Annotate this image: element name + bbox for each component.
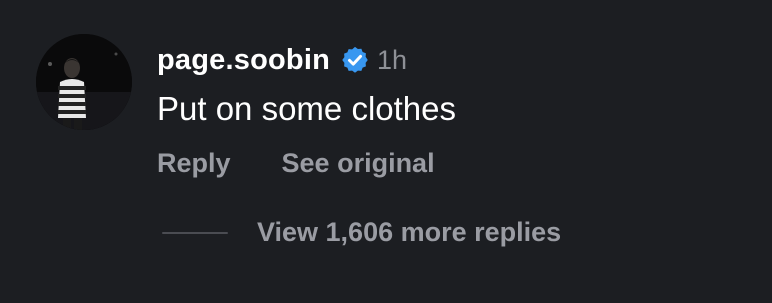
- view-more-replies-button[interactable]: View 1,606 more replies: [162, 217, 561, 248]
- see-original-button[interactable]: See original: [282, 148, 435, 179]
- comment-actions: Reply See original: [157, 148, 435, 179]
- replies-divider-line: [162, 231, 228, 234]
- view-more-replies-label: View 1,606 more replies: [257, 217, 562, 247]
- avatar[interactable]: [36, 34, 132, 130]
- avatar-photo: [36, 34, 132, 130]
- comment-thread: page.soobin 1h Put on some clothes Reply…: [0, 0, 772, 303]
- verified-badge-icon: [340, 45, 370, 75]
- reply-button[interactable]: Reply: [157, 148, 231, 179]
- comment-timestamp: 1h: [377, 44, 408, 75]
- username[interactable]: page.soobin: [157, 44, 330, 77]
- comment-header: page.soobin 1h: [157, 40, 407, 80]
- comment-text: Put on some clothes: [157, 90, 456, 127]
